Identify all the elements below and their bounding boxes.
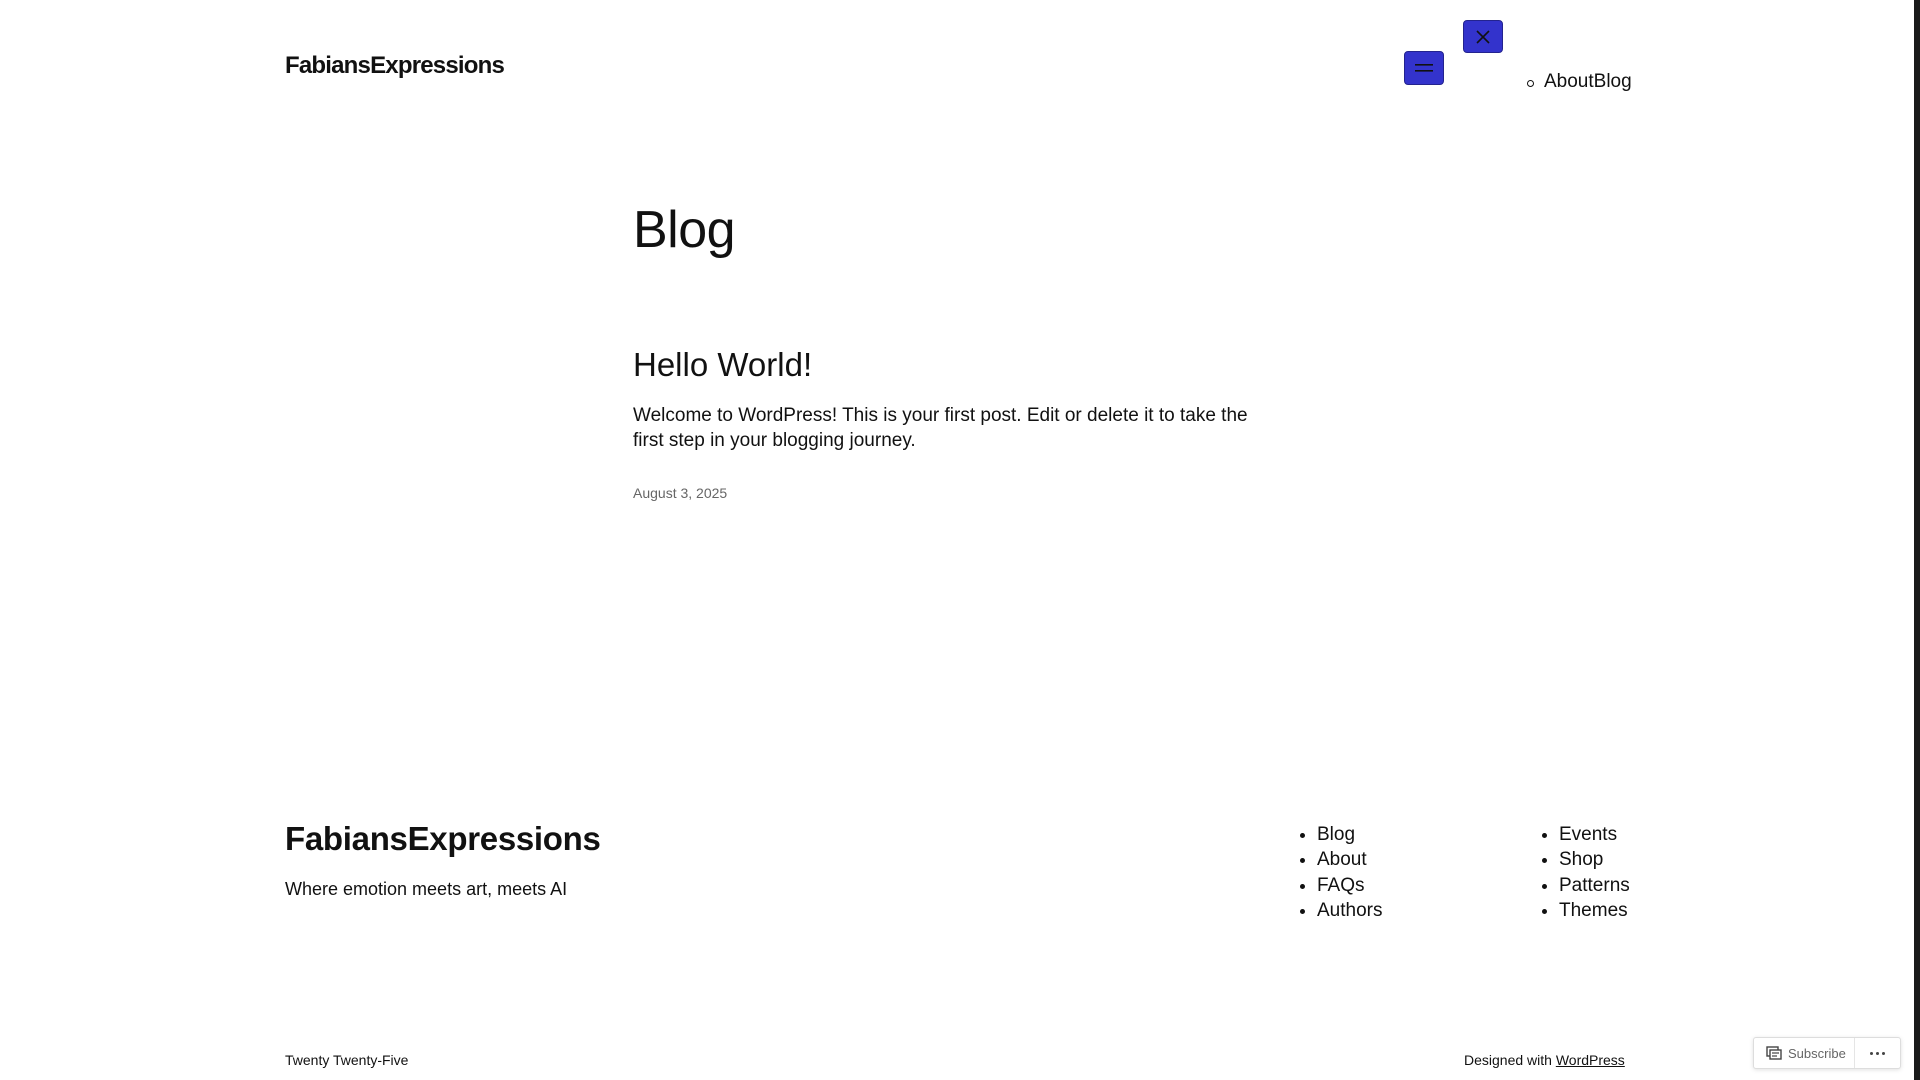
footer-link-about[interactable]: About: [1317, 849, 1367, 870]
nav-bullet-icon: [1527, 80, 1534, 87]
list-item: About: [1317, 847, 1382, 872]
nav-item-about[interactable]: About: [1544, 71, 1594, 93]
footer-link-authors[interactable]: Authors: [1317, 900, 1382, 921]
list-item: Authors: [1317, 898, 1382, 923]
menu-close-button[interactable]: [1463, 20, 1503, 53]
reader-icon: [1766, 1046, 1782, 1060]
footer-link-themes[interactable]: Themes: [1559, 900, 1628, 921]
theme-credit-link[interactable]: Twenty Twenty-Five: [285, 1052, 408, 1068]
list-item: Patterns: [1559, 873, 1630, 898]
nav-item-blog[interactable]: Blog: [1594, 71, 1632, 93]
menu-open-button[interactable]: [1404, 51, 1444, 85]
wordpress-link[interactable]: WordPress: [1556, 1052, 1625, 1068]
post-date[interactable]: August 3, 2025: [633, 485, 727, 501]
footer-link-patterns[interactable]: Patterns: [1559, 875, 1630, 896]
ellipsis-icon: [1869, 1051, 1885, 1055]
post-excerpt: Welcome to WordPress! This is your first…: [633, 405, 1248, 451]
subscribe-button[interactable]: Subscribe: [1754, 1038, 1855, 1068]
theme-credit: Twenty Twenty-Five: [285, 1052, 408, 1068]
footer-site-title[interactable]: FabiansExpressions: [285, 820, 601, 858]
footer-nav-primary: Blog About FAQs Authors: [1295, 822, 1382, 923]
page-title: Blog: [633, 201, 736, 259]
list-item: Themes: [1559, 898, 1630, 923]
wordpress-credit: Designed with WordPress: [1464, 1052, 1625, 1068]
subscribe-label: Subscribe: [1788, 1045, 1846, 1061]
list-item: FAQs: [1317, 873, 1382, 898]
footer-tagline: Where emotion meets art, meets AI: [285, 879, 568, 899]
footer-link-events[interactable]: Events: [1559, 824, 1617, 845]
post-title-link[interactable]: Hello World!: [633, 346, 812, 384]
header-site-title[interactable]: FabiansExpressions: [285, 52, 505, 80]
header-nav: About Blog: [1527, 71, 1632, 93]
footer-nav-secondary: Events Shop Patterns Themes: [1537, 822, 1630, 923]
footer-link-blog[interactable]: Blog: [1317, 824, 1355, 845]
window-edge: [1914, 0, 1920, 1080]
hamburger-icon: [1415, 64, 1433, 72]
close-icon: [1476, 29, 1490, 44]
credit-prefix: Designed with: [1464, 1052, 1556, 1068]
footer-link-shop[interactable]: Shop: [1559, 849, 1603, 870]
list-item: Shop: [1559, 847, 1630, 872]
footer-link-faqs[interactable]: FAQs: [1317, 875, 1365, 896]
more-options-button[interactable]: [1855, 1038, 1900, 1068]
list-item: Blog: [1317, 822, 1382, 847]
list-item: Events: [1559, 822, 1630, 847]
subscribe-widget: Subscribe: [1753, 1037, 1901, 1069]
page: FabiansExpressions About Blog Blog Hello…: [0, 0, 1920, 1080]
